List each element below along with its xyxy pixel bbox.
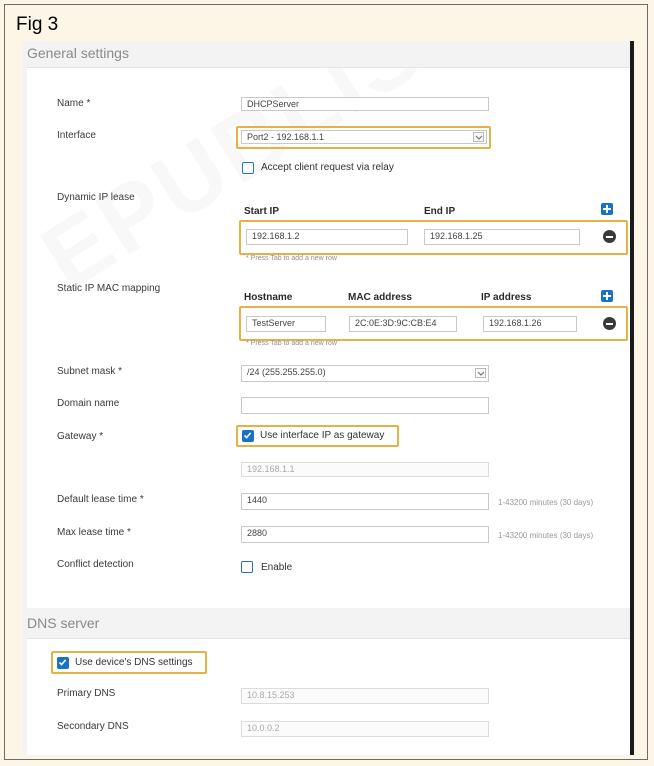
static-ip-mac-label: Static IP MAC mapping (57, 283, 161, 294)
remove-dynamic-row-icon[interactable] (603, 230, 616, 243)
dns-panel-left-border (23, 638, 27, 755)
chevron-down-icon[interactable] (475, 368, 486, 378)
name-label: Name * (57, 98, 91, 109)
domain-name-input[interactable] (241, 397, 489, 414)
max-lease-input[interactable]: 2880 (241, 526, 489, 543)
add-dynamic-row-icon[interactable] (601, 203, 613, 215)
subnet-mask-select[interactable]: /24 (255.255.255.0) (241, 365, 489, 382)
subnet-mask-value: /24 (255.255.255.0) (247, 367, 326, 377)
interface-label: Interface (57, 130, 96, 141)
dynamic-ip-lease-label: Dynamic IP lease (57, 192, 135, 203)
secondary-dns-label: Secondary DNS (57, 721, 129, 732)
default-lease-input[interactable]: 1440 (241, 493, 489, 510)
max-lease-note: 1-43200 minutes (30 days) (498, 531, 594, 540)
default-lease-label: Default lease time * (57, 494, 144, 505)
general-settings-title: General settings (27, 45, 129, 61)
end-ip-header: End IP (424, 206, 456, 217)
dhcp-settings-screenshot: EPUBLIS General settings Name * DHCPServ… (23, 41, 634, 755)
dns-server-header: DNS server (23, 608, 630, 639)
domain-name-label: Domain name (57, 398, 120, 409)
name-input[interactable]: DHCPServer (241, 97, 489, 111)
subnet-mask-label: Subnet mask * (57, 366, 123, 377)
mac-address-header: MAC address (348, 292, 412, 303)
general-settings-header: General settings (23, 41, 630, 68)
gateway-checkbox[interactable] (242, 430, 254, 442)
gateway-ip-input[interactable]: 192.168.1.1 (241, 462, 489, 477)
gateway-checkbox-label: Use interface IP as gateway (260, 430, 385, 441)
start-ip-input[interactable]: 192.168.1.2 (246, 229, 408, 245)
use-device-dns-label: Use device's DNS settings (75, 657, 193, 668)
static-row-hint: * Press Tab to add a new row (246, 340, 337, 347)
default-lease-note: 1-43200 minutes (30 days) (498, 498, 594, 507)
use-device-dns-checkbox[interactable] (57, 657, 69, 669)
panel-left-border (23, 67, 27, 613)
dns-server-title: DNS server (27, 615, 100, 631)
interface-select-value: Port2 - 192.168.1.1 (247, 132, 325, 142)
relay-checkbox[interactable] (242, 162, 254, 174)
relay-checkbox-label: Accept client request via relay (261, 162, 394, 173)
conflict-detection-checkbox[interactable] (241, 561, 253, 573)
scrollbar[interactable] (630, 41, 634, 755)
primary-dns-label: Primary DNS (57, 688, 116, 699)
chevron-down-icon[interactable] (473, 132, 484, 142)
gateway-label: Gateway * (57, 431, 104, 442)
ip-address-input[interactable]: 192.168.1.26 (483, 316, 577, 332)
conflict-detection-checkbox-label: Enable (261, 562, 293, 573)
mac-address-input[interactable]: 2C:0E:3D:9C:CB:E4 (349, 316, 457, 332)
ip-address-header: IP address (481, 292, 532, 303)
hostname-input[interactable]: TestServer (246, 316, 326, 332)
figure-frame: Fig 3 EPUBLIS General settings Name * DH… (4, 4, 648, 760)
remove-static-row-icon[interactable] (603, 317, 616, 330)
hostname-header: Hostname (244, 292, 293, 303)
figure-label: Fig 3 (16, 14, 59, 35)
secondary-dns-input[interactable]: 10.0.0.2 (241, 721, 489, 737)
add-static-row-icon[interactable] (601, 290, 613, 302)
primary-dns-input[interactable]: 10.8.15.253 (241, 688, 489, 704)
conflict-detection-label: Conflict detection (57, 559, 134, 570)
start-ip-header: Start IP (244, 206, 280, 217)
interface-select[interactable]: Port2 - 192.168.1.1 (241, 130, 487, 144)
max-lease-label: Max lease time * (57, 527, 131, 538)
end-ip-input[interactable]: 192.168.1.25 (424, 229, 580, 245)
dynamic-row-hint: * Press Tab to add a new row (246, 255, 337, 262)
